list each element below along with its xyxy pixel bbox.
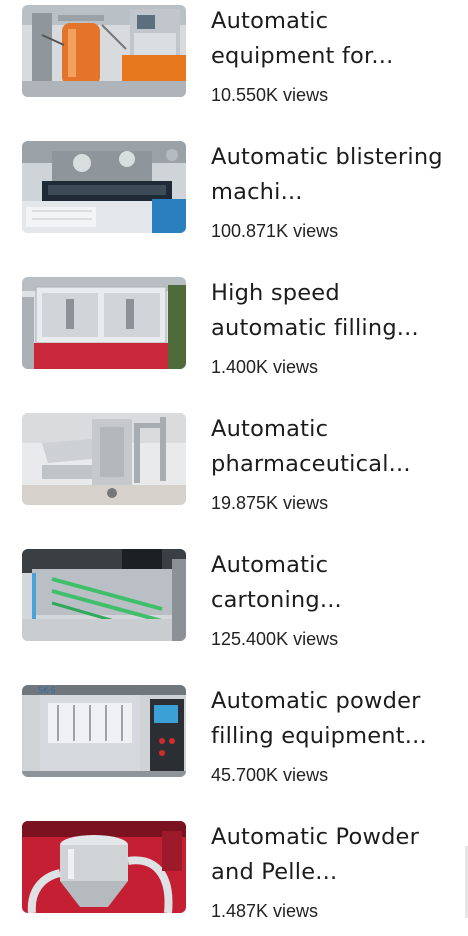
pharma-lifter-image (22, 413, 186, 505)
view-count: 45.700K views (211, 765, 329, 785)
video-item[interactable]: Automatic blistering machi... 100.871K v… (0, 136, 468, 256)
video-title[interactable]: Automatic equipment for... (211, 4, 451, 74)
video-thumbnail[interactable] (22, 413, 186, 505)
video-item[interactable]: Automatic Powder and Pelle... 1.487K vie… (0, 816, 468, 936)
video-thumbnail[interactable] (22, 141, 186, 233)
view-count: 1.487K views (211, 901, 319, 921)
view-count: 125.400K views (211, 629, 339, 649)
video-thumbnail[interactable] (22, 549, 186, 641)
video-item[interactable]: Automatic pharmaceutical... 19.875K view… (0, 408, 468, 528)
vacuum-feeder-image (22, 821, 186, 913)
video-title[interactable]: Automatic cartoning... (211, 548, 451, 618)
view-count: 100.871K views (211, 221, 339, 241)
video-title[interactable]: Automatic Powder and Pelle... (211, 820, 451, 890)
video-item[interactable]: Automatic cartoning... 125.400K views (0, 544, 468, 664)
video-title[interactable]: Automatic powder filling equipment... (211, 684, 451, 754)
video-thumbnail[interactable] (22, 5, 186, 97)
video-title[interactable]: Automatic pharmaceutical... (211, 412, 451, 482)
filling-machine-image (22, 277, 186, 369)
powder-filler-image: SK-6 (22, 685, 186, 777)
video-item[interactable]: SK-6 Automatic powder filling equipment.… (0, 680, 468, 800)
machine-label: SK-6 (38, 686, 55, 695)
view-count: 10.550K views (211, 85, 329, 105)
video-title[interactable]: Automatic blistering machi... (211, 140, 451, 210)
view-count: 19.875K views (211, 493, 329, 513)
video-thumbnail[interactable]: SK-6 (22, 685, 186, 777)
blister-machine-image (22, 141, 186, 233)
view-count: 1.400K views (211, 357, 319, 377)
video-thumbnail[interactable] (22, 277, 186, 369)
video-item[interactable]: Automatic equipment for... 10.550K views (0, 0, 468, 120)
video-item[interactable]: High speed automatic filling... 1.400K v… (0, 272, 468, 392)
video-list: Automatic equipment for... 10.550K views (0, 0, 468, 925)
video-title[interactable]: High speed automatic filling... (211, 276, 451, 346)
cartoning-machine-image (22, 549, 186, 641)
bioreactor-image (22, 5, 186, 97)
video-thumbnail[interactable] (22, 821, 186, 913)
